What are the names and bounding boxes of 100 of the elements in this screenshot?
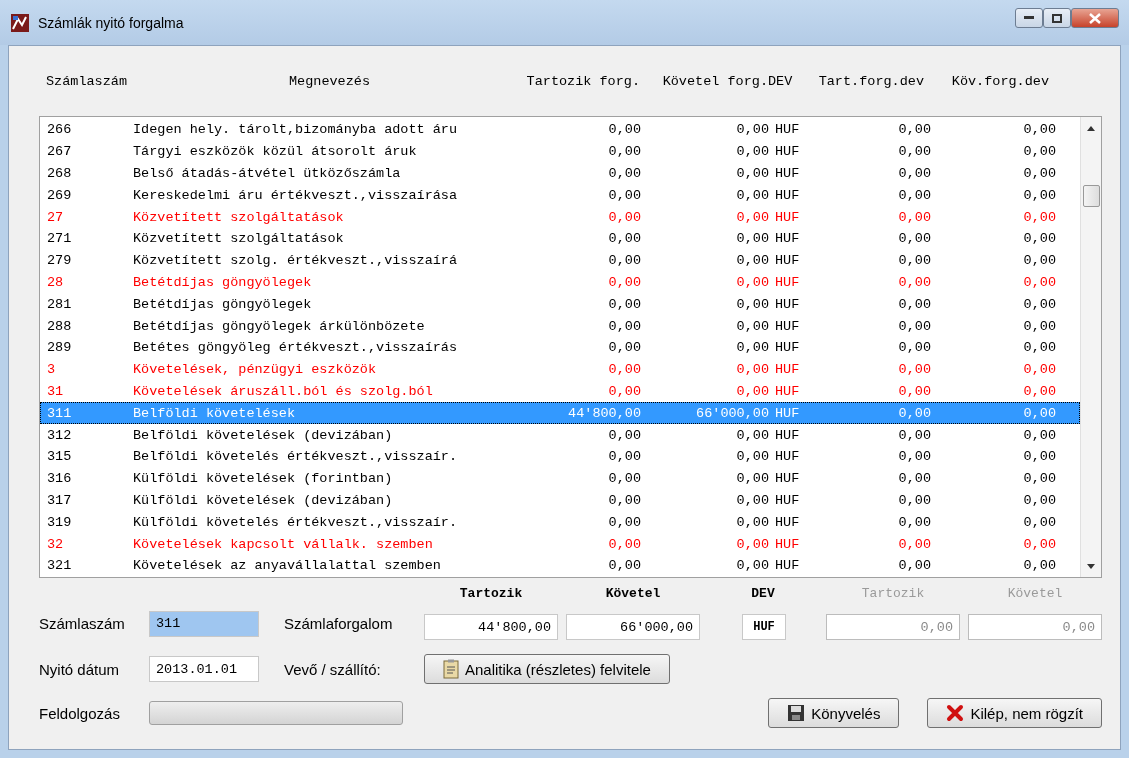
cross-icon xyxy=(946,704,965,722)
table-cell-text: Belső átadás-átvétel ütközőszámla xyxy=(133,166,402,181)
table-cell-text: 0,00 xyxy=(735,427,769,443)
table-cell-text: 0,00 xyxy=(1022,340,1056,356)
down-arrow-icon[interactable] xyxy=(1087,563,1095,569)
table-cell-text: 0,00 xyxy=(1022,253,1056,269)
table-row[interactable]: 315 Belföldi követelés értékveszt.,visszaír. 0,00 0,00 HUF 0,00 0,00 xyxy=(40,445,1080,468)
table-cell-text: 0,00 xyxy=(735,166,769,181)
table-cell-text: 0,00 xyxy=(735,318,769,334)
table-cell-text: 0,00 xyxy=(897,362,931,378)
table-cell-text: Belföldi követelés értékveszt.,visszaír. xyxy=(133,449,459,465)
exit-button[interactable]: Kilép, nem rögzít xyxy=(927,698,1102,728)
table-row[interactable]: 268 Belső átadás-átvétel ütközőszámla 0,00 0,00 HUF 0,00 0,00 xyxy=(40,162,1080,185)
table-row[interactable]: 319 Külföldi követelés értékveszt.,visszaír. 0,00 0,00 HUF 0,00 0,00 xyxy=(40,511,1080,534)
table-cell-text: 0,00 xyxy=(607,449,641,465)
table-cell-text: HUF xyxy=(774,209,801,225)
table-cell-text: 0,00 xyxy=(1022,274,1056,290)
amount-field[interactable]: 44'800,00 xyxy=(424,614,558,640)
table-cell-text: 0,00 xyxy=(607,187,641,203)
table-cell-text: 319 xyxy=(47,514,73,530)
table-row[interactable]: 27 Közvetített szolgáltatások 0,00 0,00 HUF 0,00 0,00 xyxy=(40,206,1080,228)
table-cell-text: 0,00 xyxy=(607,471,641,487)
field-label: Feldolgozás xyxy=(39,704,121,722)
maximize-button[interactable] xyxy=(1043,8,1071,28)
analytics-button[interactable]: Analitika (részletes) felvitele xyxy=(424,654,670,684)
table-cell-text: 0,00 xyxy=(1022,187,1056,203)
table-cell-text: 316 xyxy=(47,471,73,487)
table-cell-text: HUF xyxy=(774,362,801,378)
table-cell-text: Külföldi követelések (forintban) xyxy=(133,471,394,487)
table-row[interactable]: 316 Külföldi követelések (forintban) 0,00 0,00 HUF 0,00 0,00 xyxy=(40,467,1080,490)
table-cell-text: 0,00 xyxy=(1022,144,1056,160)
table-cell-text: HUF xyxy=(774,296,801,312)
account-field[interactable]: 311 xyxy=(149,610,259,637)
column-header: Követel forg. xyxy=(662,73,768,89)
table-cell-text: 0,00 xyxy=(1022,166,1056,181)
table-cell-text: HUF xyxy=(774,383,801,399)
table-row[interactable]: 288 Betétdíjas göngyölegek árkülönbözete 0,00 0,00 HUF 0,00 0,00 xyxy=(40,315,1080,337)
table-cell-text: Belföldi követelések xyxy=(133,405,297,421)
table-cell-text: 0,00 xyxy=(735,187,769,203)
amount-field[interactable]: 66'000,00 xyxy=(566,614,700,640)
maximize-icon xyxy=(1052,13,1062,23)
table-cell-text: Követelések az anyavállalattal szemben xyxy=(133,558,442,574)
up-arrow-icon[interactable] xyxy=(1087,125,1095,131)
currency-field[interactable]: HUF xyxy=(742,614,786,640)
table-cell-text: 0,00 xyxy=(1022,514,1056,530)
close-button[interactable] xyxy=(1071,8,1119,28)
table-cell-text: 0,00 xyxy=(897,296,931,312)
table-cell-text: 0,00 xyxy=(897,449,931,465)
table-cell-text: 267 xyxy=(47,144,73,160)
table-cell-text: 0,00 xyxy=(607,253,641,269)
table-cell-text: 0,00 xyxy=(607,209,641,225)
table-cell-text: 0,00 xyxy=(735,274,769,290)
table-cell-text: 0,00 xyxy=(897,122,931,138)
column-header: Tart.forg.dev xyxy=(818,73,924,89)
table-cell-text: 0,00 xyxy=(607,231,641,247)
table-cell-text: Közvetített szolgáltatások xyxy=(133,231,345,247)
table-cell-text: HUF xyxy=(774,449,801,465)
table-cell-text: 288 xyxy=(47,318,73,334)
table-row[interactable]: 317 Külföldi követelések (devizában) 0,00 0,00 HUF 0,00 0,00 xyxy=(40,489,1080,512)
table-row[interactable]: 266 Idegen hely. tárolt,bizományba adott áru 0,00 0,00 HUF 0,00 0,00 xyxy=(40,119,1080,141)
column-header: Megnevezés xyxy=(289,73,370,89)
date-field[interactable]: 2013.01.01 xyxy=(149,656,259,682)
table-cell-text: HUF xyxy=(774,471,801,487)
table-cell-text: 0,00 xyxy=(897,253,931,269)
table-row[interactable]: 32 Követelések kapcsolt vállalk. szemben 0,00 0,00 HUF 0,00 0,00 xyxy=(40,533,1080,555)
table-row[interactable]: 267 Tárgyi eszközök közül átsorolt áruk 0,00 0,00 HUF 0,00 0,00 xyxy=(40,140,1080,163)
table-cell-text: 0,00 xyxy=(1022,558,1056,574)
table-cell-text: 0,00 xyxy=(607,536,641,552)
table-cell-text: 0,00 xyxy=(735,296,769,312)
table-cell-text: 268 xyxy=(47,166,73,181)
field-label: Nyitó dátum xyxy=(39,660,121,678)
table-cell-text: HUF xyxy=(774,144,801,160)
table-cell-text: Követelések, pénzügyi eszközök xyxy=(133,362,378,378)
table-cell-text: 312 xyxy=(47,427,73,443)
table-cell-text: 0,00 xyxy=(607,340,641,356)
table-row[interactable]: 31 Követelések áruszáll.ból és szolg.ból 0,00 0,00 HUF 0,00 0,00 xyxy=(40,380,1080,403)
table-row[interactable]: 3 Követelések, pénzügyi eszközök 0,00 0,00 HUF 0,00 0,00 xyxy=(40,358,1080,381)
table-cell-text: Betétes göngyöleg értékveszt.,visszaírás xyxy=(133,340,459,356)
table-row[interactable]: 281 Betétdíjas göngyölegek 0,00 0,00 HUF 0,00 0,00 xyxy=(40,293,1080,316)
table-cell-text: Követelések kapcsolt vállalk. szemben xyxy=(133,536,434,552)
table-row[interactable]: 289 Betétes göngyöleg értékveszt.,visszaírás 0,00 0,00 HUF 0,00 0,00 xyxy=(40,336,1080,359)
minimize-button[interactable] xyxy=(1015,8,1043,28)
table-row[interactable]: 269 Kereskedelmi áru értékveszt.,visszaírása 0,00 0,00 HUF 0,00 0,00 xyxy=(40,184,1080,207)
table-cell-text: HUF xyxy=(774,558,801,574)
table-cell-text: 0,00 xyxy=(607,362,641,378)
post-button[interactable]: Könyvelés xyxy=(768,698,900,728)
table-row[interactable]: 279 Közvetített szolg. értékveszt.,visszaírá 0,00 0,00 HUF 0,00 0,00 xyxy=(40,249,1080,272)
table-cell-text: 0,00 xyxy=(735,492,769,508)
table-cell-text: Tárgyi eszközök közül átsorolt áruk xyxy=(133,144,418,160)
scroll-thumb[interactable] xyxy=(1083,185,1100,207)
table-cell-text: HUF xyxy=(774,427,801,443)
table-row[interactable]: 321 Követelések az anyavállalattal szemben 0,00 0,00 HUF 0,00 0,00 xyxy=(40,554,1080,577)
table-row[interactable]: 28 Betétdíjas göngyölegek 0,00 0,00 HUF 0,00 0,00 xyxy=(40,271,1080,294)
field-label: Számlaszám xyxy=(39,615,126,632)
table-cell-text: 0,00 xyxy=(897,318,931,334)
table-cell-text: HUF xyxy=(774,405,801,421)
scrollbar[interactable] xyxy=(1080,117,1101,577)
table-row[interactable]: 312 Belföldi követelések (devizában) 0,00 0,00 HUF 0,00 0,00 xyxy=(40,424,1080,446)
table-cell-text: 0,00 xyxy=(897,405,931,421)
table-row[interactable]: 271 Közvetített szolgáltatások 0,00 0,00 HUF 0,00 0,00 xyxy=(40,228,1080,250)
